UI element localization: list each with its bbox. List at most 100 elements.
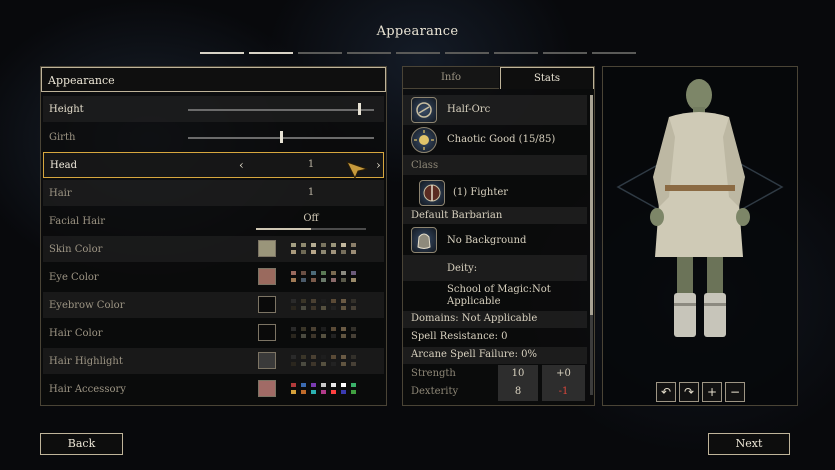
palette-color-chip[interactable]: [301, 327, 306, 331]
girth-row[interactable]: Girth: [43, 124, 384, 150]
palette-color-chip[interactable]: [311, 299, 316, 303]
palette-color-chip[interactable]: [301, 299, 306, 303]
palette-color-chip[interactable]: [291, 334, 296, 338]
palette-color-chip[interactable]: [331, 334, 336, 338]
eye-color-swatch[interactable]: [258, 268, 276, 285]
palette-color-chip[interactable]: [311, 278, 316, 282]
palette-color-chip[interactable]: [321, 355, 326, 359]
tab-stats[interactable]: Stats: [500, 67, 594, 89]
palette-color-chip[interactable]: [311, 390, 316, 394]
hair-accessory-row[interactable]: Hair Accessory: [43, 376, 384, 402]
palette-color-chip[interactable]: [301, 250, 306, 254]
palette-color-chip[interactable]: [341, 299, 346, 303]
palette-color-chip[interactable]: [351, 299, 356, 303]
palette-color-chip[interactable]: [331, 390, 336, 394]
skin-color-palette[interactable]: [291, 243, 363, 255]
palette-color-chip[interactable]: [341, 278, 346, 282]
palette-color-chip[interactable]: [291, 390, 296, 394]
skin-color-swatch[interactable]: [258, 240, 276, 257]
palette-color-chip[interactable]: [351, 327, 356, 331]
palette-color-chip[interactable]: [311, 362, 316, 366]
palette-color-chip[interactable]: [311, 250, 316, 254]
palette-color-chip[interactable]: [291, 383, 296, 387]
hair-color-palette[interactable]: [291, 327, 363, 339]
palette-color-chip[interactable]: [351, 355, 356, 359]
hair-highlight-swatch[interactable]: [258, 352, 276, 369]
palette-color-chip[interactable]: [321, 334, 326, 338]
palette-color-chip[interactable]: [321, 362, 326, 366]
palette-color-chip[interactable]: [331, 271, 336, 275]
palette-color-chip[interactable]: [291, 362, 296, 366]
palette-color-chip[interactable]: [321, 390, 326, 394]
palette-color-chip[interactable]: [341, 243, 346, 247]
palette-color-chip[interactable]: [331, 278, 336, 282]
palette-color-chip[interactable]: [321, 278, 326, 282]
facial-hair-row[interactable]: Facial Hair Off: [43, 208, 384, 234]
hair-color-swatch[interactable]: [258, 324, 276, 341]
palette-color-chip[interactable]: [301, 271, 306, 275]
palette-color-chip[interactable]: [291, 327, 296, 331]
eyebrow-color-swatch[interactable]: [258, 296, 276, 313]
character-preview[interactable]: [602, 66, 798, 406]
palette-color-chip[interactable]: [341, 390, 346, 394]
palette-color-chip[interactable]: [341, 355, 346, 359]
palette-color-chip[interactable]: [311, 327, 316, 331]
eye-color-row[interactable]: Eye Color: [43, 264, 384, 290]
palette-color-chip[interactable]: [331, 355, 336, 359]
palette-color-chip[interactable]: [351, 271, 356, 275]
palette-color-chip[interactable]: [351, 362, 356, 366]
tab-info[interactable]: Info: [403, 67, 499, 89]
palette-color-chip[interactable]: [291, 299, 296, 303]
palette-color-chip[interactable]: [301, 390, 306, 394]
palette-color-chip[interactable]: [331, 243, 336, 247]
rotate-right-icon[interactable]: ↷: [679, 382, 699, 402]
palette-color-chip[interactable]: [341, 362, 346, 366]
palette-color-chip[interactable]: [331, 306, 336, 310]
palette-color-chip[interactable]: [331, 327, 336, 331]
stats-scrollbar[interactable]: [590, 95, 593, 395]
zoom-out-icon[interactable]: −: [725, 382, 745, 402]
chevron-right-icon[interactable]: ›: [376, 158, 381, 172]
palette-color-chip[interactable]: [291, 306, 296, 310]
palette-color-chip[interactable]: [341, 306, 346, 310]
back-button[interactable]: Back: [40, 433, 123, 455]
palette-color-chip[interactable]: [301, 383, 306, 387]
palette-color-chip[interactable]: [311, 383, 316, 387]
hair-color-row[interactable]: Hair Color: [43, 320, 384, 346]
palette-color-chip[interactable]: [351, 243, 356, 247]
eyebrow-color-palette[interactable]: [291, 299, 363, 311]
palette-color-chip[interactable]: [351, 306, 356, 310]
palette-color-chip[interactable]: [321, 271, 326, 275]
palette-color-chip[interactable]: [301, 334, 306, 338]
hair-accessory-swatch[interactable]: [258, 380, 276, 397]
palette-color-chip[interactable]: [351, 278, 356, 282]
palette-color-chip[interactable]: [311, 243, 316, 247]
hair-highlight-row[interactable]: Hair Highlight: [43, 348, 384, 374]
palette-color-chip[interactable]: [331, 299, 336, 303]
hair-row[interactable]: Hair 1: [43, 180, 384, 206]
palette-color-chip[interactable]: [301, 306, 306, 310]
palette-color-chip[interactable]: [311, 334, 316, 338]
palette-color-chip[interactable]: [321, 243, 326, 247]
girth-slider-knob[interactable]: [280, 131, 283, 143]
palette-color-chip[interactable]: [341, 250, 346, 254]
hair-accessory-palette[interactable]: [291, 383, 363, 395]
palette-color-chip[interactable]: [301, 243, 306, 247]
palette-color-chip[interactable]: [351, 383, 356, 387]
facial-hair-value[interactable]: Off: [256, 213, 366, 224]
palette-color-chip[interactable]: [351, 390, 356, 394]
palette-color-chip[interactable]: [341, 327, 346, 331]
palette-color-chip[interactable]: [331, 383, 336, 387]
height-slider-knob[interactable]: [358, 103, 361, 115]
head-row[interactable]: Head ‹ 1 ›: [43, 152, 384, 179]
eye-color-palette[interactable]: [291, 271, 363, 283]
zoom-in-icon[interactable]: +: [702, 382, 722, 402]
palette-color-chip[interactable]: [291, 250, 296, 254]
palette-color-chip[interactable]: [311, 271, 316, 275]
palette-color-chip[interactable]: [331, 362, 336, 366]
palette-color-chip[interactable]: [321, 383, 326, 387]
scrollbar-thumb[interactable]: [590, 95, 593, 315]
palette-color-chip[interactable]: [301, 278, 306, 282]
next-button[interactable]: Next: [708, 433, 790, 455]
palette-color-chip[interactable]: [291, 278, 296, 282]
